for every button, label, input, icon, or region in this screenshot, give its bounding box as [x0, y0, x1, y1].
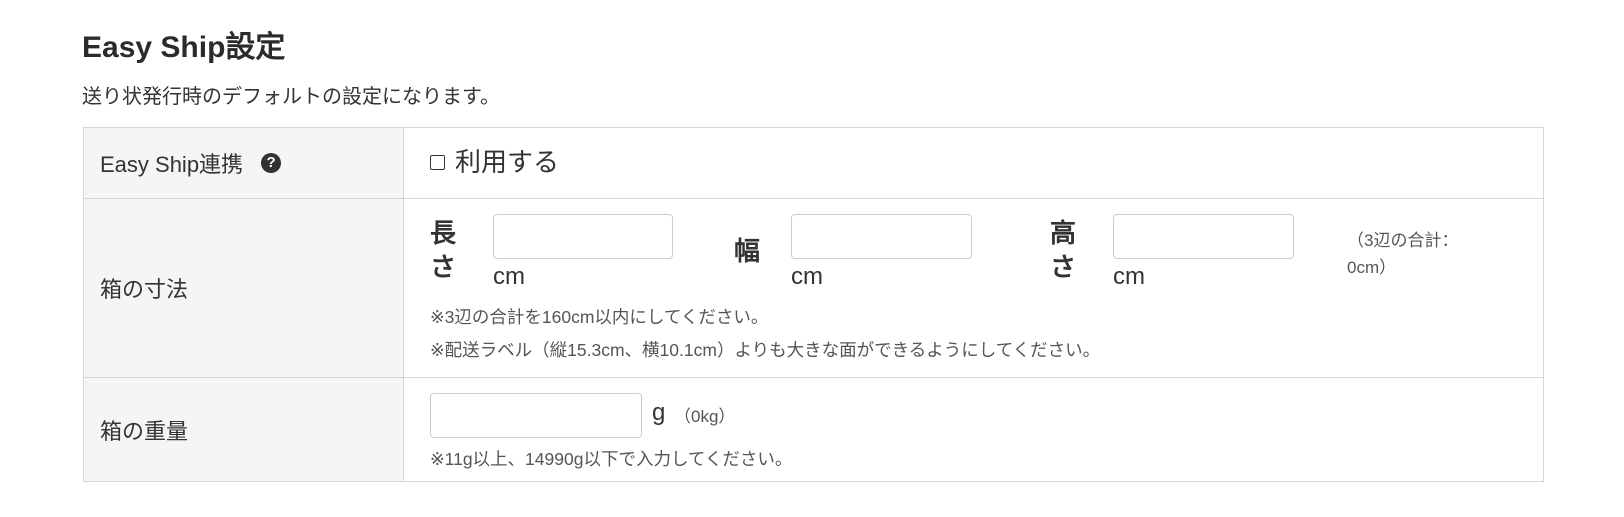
- integration-value-cell: 利用する: [404, 128, 1543, 198]
- integration-label: Easy Ship連携: [100, 152, 244, 177]
- weight-label: 箱の重量: [100, 418, 189, 444]
- page-title: Easy Ship設定: [82, 31, 286, 64]
- weight-label-cell: 箱の重量: [84, 378, 404, 481]
- height-label-line-1: 高: [1050, 218, 1077, 248]
- weight-value-cell: g （0kg） ※11g以上、14990g以下で入力してください。: [404, 378, 1543, 481]
- page-description: 送り状発行時のデフォルトの設定になります。: [82, 86, 500, 108]
- dimension-note-2: ※配送ラベル（縦15.3cm、横10.1cm）よりも大きな面ができるようにしてく…: [430, 340, 1101, 360]
- width-input[interactable]: [791, 214, 972, 259]
- row-box-dimensions: 箱の寸法 長 さ cm 幅 cm 高 さ cm （3辺の合計：0cm） ※3辺の…: [84, 198, 1543, 377]
- checkbox-box[interactable]: [430, 154, 445, 170]
- weight-converted: （0kg）: [674, 407, 736, 426]
- height-label: 高 さ: [1050, 216, 1080, 284]
- length-label: 長 さ: [430, 216, 460, 284]
- height-label-line-2: さ: [1050, 252, 1077, 282]
- dimensions-label-cell: 箱の寸法: [84, 199, 404, 377]
- length-unit: cm: [493, 263, 525, 290]
- easy-ship-settings-table: Easy Ship連携 ? 利用する 箱の寸法 長 さ cm 幅 cm 高 さ …: [83, 127, 1544, 482]
- use-easy-ship-checkbox[interactable]: 利用する: [430, 147, 559, 177]
- row-box-weight: 箱の重量 g （0kg） ※11g以上、14990g以下で入力してください。: [84, 377, 1543, 481]
- dimension-sum: （3辺の合計：0cm）: [1347, 231, 1459, 277]
- width-label: 幅: [734, 236, 761, 266]
- length-input[interactable]: [493, 214, 673, 259]
- height-input[interactable]: [1113, 214, 1294, 259]
- integration-label-cell: Easy Ship連携 ?: [84, 128, 404, 198]
- length-label-line-1: 長: [430, 218, 457, 248]
- height-unit: cm: [1113, 263, 1145, 290]
- weight-input[interactable]: [430, 393, 642, 438]
- weight-unit: g: [652, 399, 666, 426]
- width-unit: cm: [791, 263, 823, 290]
- dimensions-value-cell: 長 さ cm 幅 cm 高 さ cm （3辺の合計：0cm） ※3辺の合計を16…: [404, 199, 1543, 377]
- checkbox-label[interactable]: 利用する: [455, 147, 559, 177]
- dimensions-label: 箱の寸法: [100, 277, 189, 302]
- question-circle-icon[interactable]: ?: [261, 153, 282, 173]
- dimension-note-1: ※3辺の合計を160cm以内にしてください。: [430, 307, 769, 327]
- length-label-line-2: さ: [430, 252, 457, 282]
- row-easy-ship-integration: Easy Ship連携 ? 利用する: [84, 128, 1543, 198]
- weight-note: ※11g以上、14990g以下で入力してください。: [430, 449, 793, 469]
